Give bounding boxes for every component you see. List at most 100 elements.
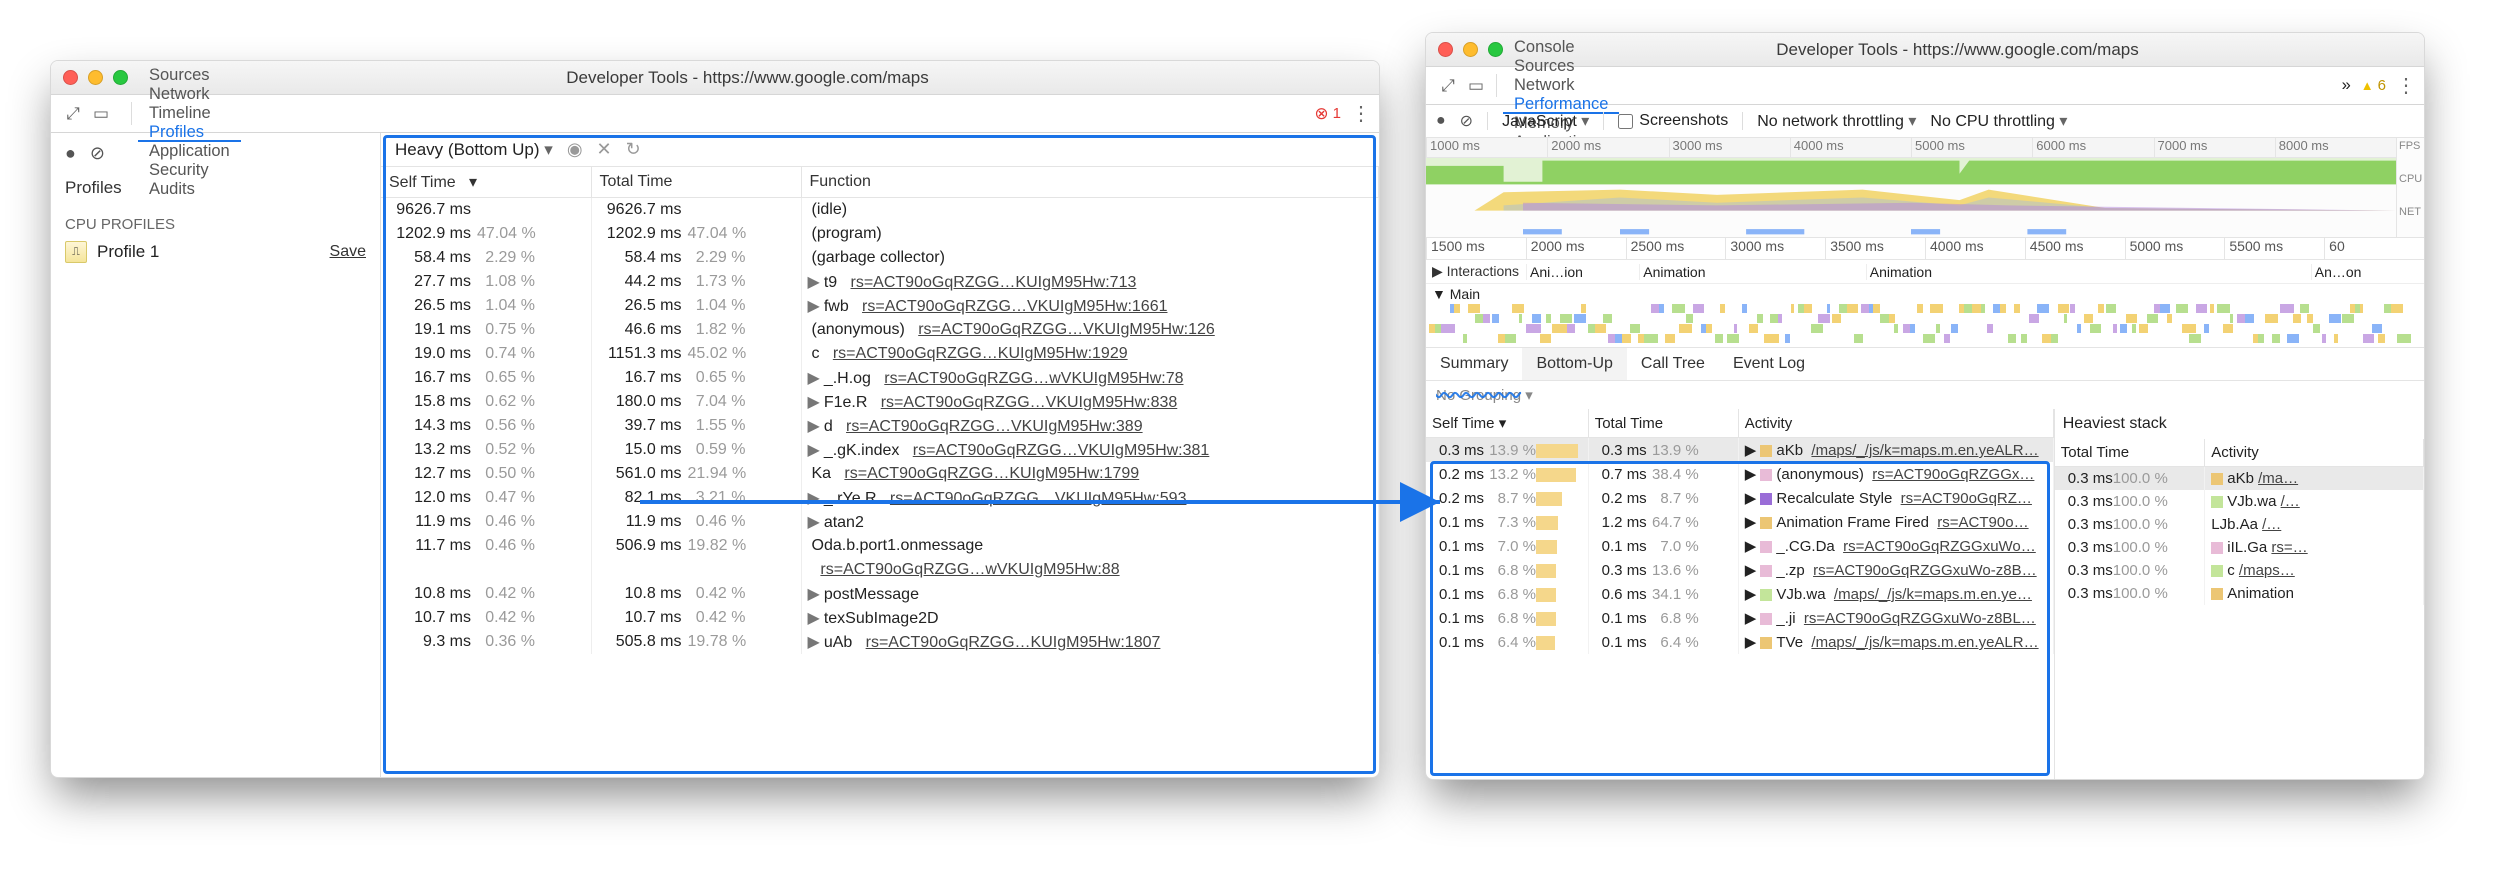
heaviest-row[interactable]: 0.3 ms100.0 %c /maps… xyxy=(2055,559,2424,582)
profile-row[interactable]: 14.3 ms0.56 %39.7 ms1.55 %▶d rs=ACT90oGq… xyxy=(381,414,1379,438)
profile-row[interactable]: 11.7 ms0.46 %506.9 ms19.82 %Oda.b.port1.… xyxy=(381,534,1379,558)
close-icon[interactable] xyxy=(63,70,78,85)
col-activity[interactable]: Activity xyxy=(2205,439,2424,467)
source-link[interactable]: rs=ACT90oGqRZGG…VKUIgM95Hw:593 xyxy=(890,490,1187,507)
source-link[interactable]: /maps/_/js/k=maps.m.en.yeALR… xyxy=(1811,634,2038,651)
bottom-up-row[interactable]: 0.1 ms6.8 %0.3 ms13.6 %▶ _.zp rs=ACT90oG… xyxy=(1426,558,2053,582)
analysis-tab-event-log[interactable]: Event Log xyxy=(1719,348,1819,380)
source-link[interactable]: /maps… xyxy=(2239,562,2295,579)
network-throttling-dropdown[interactable]: No network throttling xyxy=(1757,111,1916,131)
source-link[interactable]: rs=ACT90oGqRZGG…KUIgM95Hw:1807 xyxy=(866,634,1161,651)
minimize-icon[interactable] xyxy=(88,70,103,85)
profile-row[interactable]: 10.8 ms0.42 %10.8 ms0.42 %▶postMessage xyxy=(381,582,1379,606)
flame-chart[interactable] xyxy=(1426,304,2424,344)
col-total[interactable]: Total Time xyxy=(2055,439,2205,467)
interaction-item[interactable]: Animation xyxy=(1866,264,2198,280)
source-link[interactable]: /… xyxy=(2281,493,2300,510)
analysis-tab-summary[interactable]: Summary xyxy=(1426,348,1522,380)
interaction-item[interactable]: An…on xyxy=(2311,264,2424,280)
source-link[interactable]: rs=ACT90oGqRZ… xyxy=(1901,490,2032,507)
bottom-up-row[interactable]: 0.3 ms13.9 %0.3 ms13.9 %▶ aKb /maps/_/js… xyxy=(1426,438,2053,463)
bottom-up-row[interactable]: 0.1 ms6.4 %0.1 ms6.4 %▶ TVe /maps/_/js/k… xyxy=(1426,630,2053,654)
profile-row[interactable]: 12.7 ms0.50 %561.0 ms21.94 %Ka rs=ACT90o… xyxy=(381,462,1379,486)
focus-icon[interactable]: ◉ xyxy=(567,139,583,160)
source-link[interactable]: rs=ACT90oGqRZGGx… xyxy=(1872,466,2034,483)
source-link[interactable]: /maps/_/js/k=maps.m.en.ye… xyxy=(1834,586,2032,603)
bottom-up-row[interactable]: 0.1 ms6.8 %0.1 ms6.8 %▶ _.ji rs=ACT90oGq… xyxy=(1426,606,2053,630)
cpu-throttling-dropdown[interactable]: No CPU throttling xyxy=(1930,111,2067,131)
col-total[interactable]: Total Time xyxy=(591,167,801,198)
inspect-icon[interactable]: ⤢ xyxy=(63,104,83,124)
more-menu-icon[interactable]: ⋮ xyxy=(1351,101,1371,126)
source-link[interactable]: rs=ACT90oGqRZGG…wVKUIgM95Hw:88 xyxy=(820,561,1119,578)
profile-row[interactable]: 10.7 ms0.42 %10.7 ms0.42 %▶texSubImage2D xyxy=(381,606,1379,630)
minimize-icon[interactable] xyxy=(1463,42,1478,57)
save-link[interactable]: Save xyxy=(330,243,366,261)
source-link[interactable]: rs=ACT90oGqRZGG…VKUIgM95Hw:389 xyxy=(846,418,1143,435)
interaction-item[interactable]: Ani…ion xyxy=(1526,264,1639,280)
source-link[interactable]: rs=ACT90oGqRZGG…wVKUIgM95Hw:78 xyxy=(884,370,1183,387)
bottom-up-row[interactable]: 0.2 ms13.2 %0.7 ms38.4 %▶ (anonymous) rs… xyxy=(1426,462,2053,486)
profile-row[interactable]: 9626.7 ms9626.7 ms(idle) xyxy=(381,198,1379,222)
maximize-icon[interactable] xyxy=(1488,42,1503,57)
col-self[interactable]: Self Time ▾ xyxy=(1426,409,1588,438)
source-link[interactable]: rs=ACT90oGqRZGG…VKUIgM95Hw:838 xyxy=(881,394,1178,411)
profile-row[interactable]: 9.3 ms0.36 %505.8 ms19.78 %▶uAb rs=ACT90… xyxy=(381,630,1379,654)
source-link[interactable]: rs=… xyxy=(2271,539,2307,556)
profile-row[interactable]: 11.9 ms0.46 %11.9 ms0.46 %▶atan2 xyxy=(381,510,1379,534)
source-link[interactable]: rs=ACT90oGqRZGG…VKUIgM95Hw:126 xyxy=(918,321,1215,338)
profile-row[interactable]: 58.4 ms2.29 %58.4 ms2.29 %(garbage colle… xyxy=(381,246,1379,270)
heaviest-row[interactable]: 0.3 ms100.0 %iIL.Ga rs=… xyxy=(2055,536,2424,559)
view-dropdown[interactable]: Heavy (Bottom Up) xyxy=(395,140,553,160)
clear-icon[interactable]: ⊘ xyxy=(1460,111,1473,131)
inspect-icon[interactable]: ⤢ xyxy=(1438,76,1458,96)
heaviest-row[interactable]: 0.3 ms100.0 %LJb.Aa /… xyxy=(2055,513,2424,536)
tab-timeline[interactable]: Timeline xyxy=(138,104,241,123)
source-link[interactable]: /ma… xyxy=(2258,470,2298,487)
profile-row[interactable]: 26.5 ms1.04 %26.5 ms1.04 %▶fwb rs=ACT90o… xyxy=(381,294,1379,318)
source-link[interactable]: rs=ACT90oGqRZGGxuWo-z8BL… xyxy=(1804,610,2036,627)
profile-row[interactable]: rs=ACT90oGqRZGG…wVKUIgM95Hw:88 xyxy=(381,558,1379,582)
source-link[interactable]: rs=ACT90oGqRZGG…KUIgM95Hw:1799 xyxy=(844,465,1139,482)
source-link[interactable]: rs=ACT90oGqRZGGxuWo… xyxy=(1843,538,2036,555)
profile-row[interactable]: 16.7 ms0.65 %16.7 ms0.65 %▶_.H.og rs=ACT… xyxy=(381,366,1379,390)
interaction-item[interactable]: Animation xyxy=(1639,264,1752,280)
col-self[interactable]: Self Time ▾ xyxy=(381,167,591,198)
more-overflow[interactable]: » xyxy=(2342,76,2351,95)
profile-row[interactable]: 13.2 ms0.52 %15.0 ms0.59 %▶_.gK.index rs… xyxy=(381,438,1379,462)
titlebar[interactable]: Developer Tools - https://www.google.com… xyxy=(51,61,1379,95)
tab-sources[interactable]: Sources xyxy=(1503,57,1619,76)
close-icon[interactable] xyxy=(1438,42,1453,57)
profile-row[interactable]: 19.1 ms0.75 %46.6 ms1.82 %(anonymous) rs… xyxy=(381,318,1379,342)
tab-network[interactable]: Network xyxy=(138,85,241,104)
source-link[interactable]: /maps/_/js/k=maps.m.en.yeALR… xyxy=(1811,442,2038,459)
grouping-dropdown[interactable]: No Grouping ▾ xyxy=(1426,381,2424,409)
profile-row[interactable]: 15.8 ms0.62 %180.0 ms7.04 %▶F1e.R rs=ACT… xyxy=(381,390,1379,414)
heaviest-row[interactable]: 0.3 ms100.0 %aKb /ma… xyxy=(2055,467,2424,491)
source-link[interactable]: rs=ACT90oGqRZGG…VKUIgM95Hw:381 xyxy=(913,442,1210,459)
col-activity[interactable]: Activity xyxy=(1738,409,2053,438)
record-icon[interactable]: ● xyxy=(65,143,76,164)
source-link[interactable]: rs=ACT90o… xyxy=(1937,514,2028,531)
bottom-up-row[interactable]: 0.1 ms7.0 %0.1 ms7.0 %▶ _.CG.Da rs=ACT90… xyxy=(1426,534,2053,558)
tab-network[interactable]: Network xyxy=(1503,76,1619,95)
device-toggle-icon[interactable]: ▭ xyxy=(91,104,111,124)
refresh-icon[interactable]: ↻ xyxy=(626,139,641,160)
source-link[interactable]: rs=ACT90oGqRZGG…KUIgM95Hw:713 xyxy=(851,274,1137,291)
profile-row[interactable]: 12.0 ms0.47 %82.1 ms3.21 %▶_.rYe.R rs=AC… xyxy=(381,486,1379,510)
bottom-up-row[interactable]: 0.1 ms6.8 %0.6 ms34.1 %▶ VJb.wa /maps/_/… xyxy=(1426,582,2053,606)
screenshots-checkbox[interactable]: Screenshots xyxy=(1618,112,1728,130)
close-icon[interactable]: ✕ xyxy=(597,139,612,160)
warning-count-badge[interactable]: 6 xyxy=(2361,77,2386,94)
filter-dropdown[interactable]: JavaScript xyxy=(1502,111,1589,131)
device-toggle-icon[interactable]: ▭ xyxy=(1466,76,1486,96)
bottom-up-row[interactable]: 0.2 ms8.7 %0.2 ms8.7 %▶ Recalculate Styl… xyxy=(1426,486,2053,510)
source-link[interactable]: /… xyxy=(2262,516,2281,533)
source-link[interactable]: rs=ACT90oGqRZGGxuWo-z8B… xyxy=(1813,562,2037,579)
maximize-icon[interactable] xyxy=(113,70,128,85)
heaviest-row[interactable]: 0.3 ms100.0 %Animation xyxy=(2055,582,2424,605)
col-total[interactable]: Total Time xyxy=(1588,409,1738,438)
record-icon[interactable]: ● xyxy=(1436,112,1446,130)
profile-item[interactable]: ⎍ Profile 1 Save xyxy=(51,237,380,267)
col-func[interactable]: Function xyxy=(801,167,1379,198)
